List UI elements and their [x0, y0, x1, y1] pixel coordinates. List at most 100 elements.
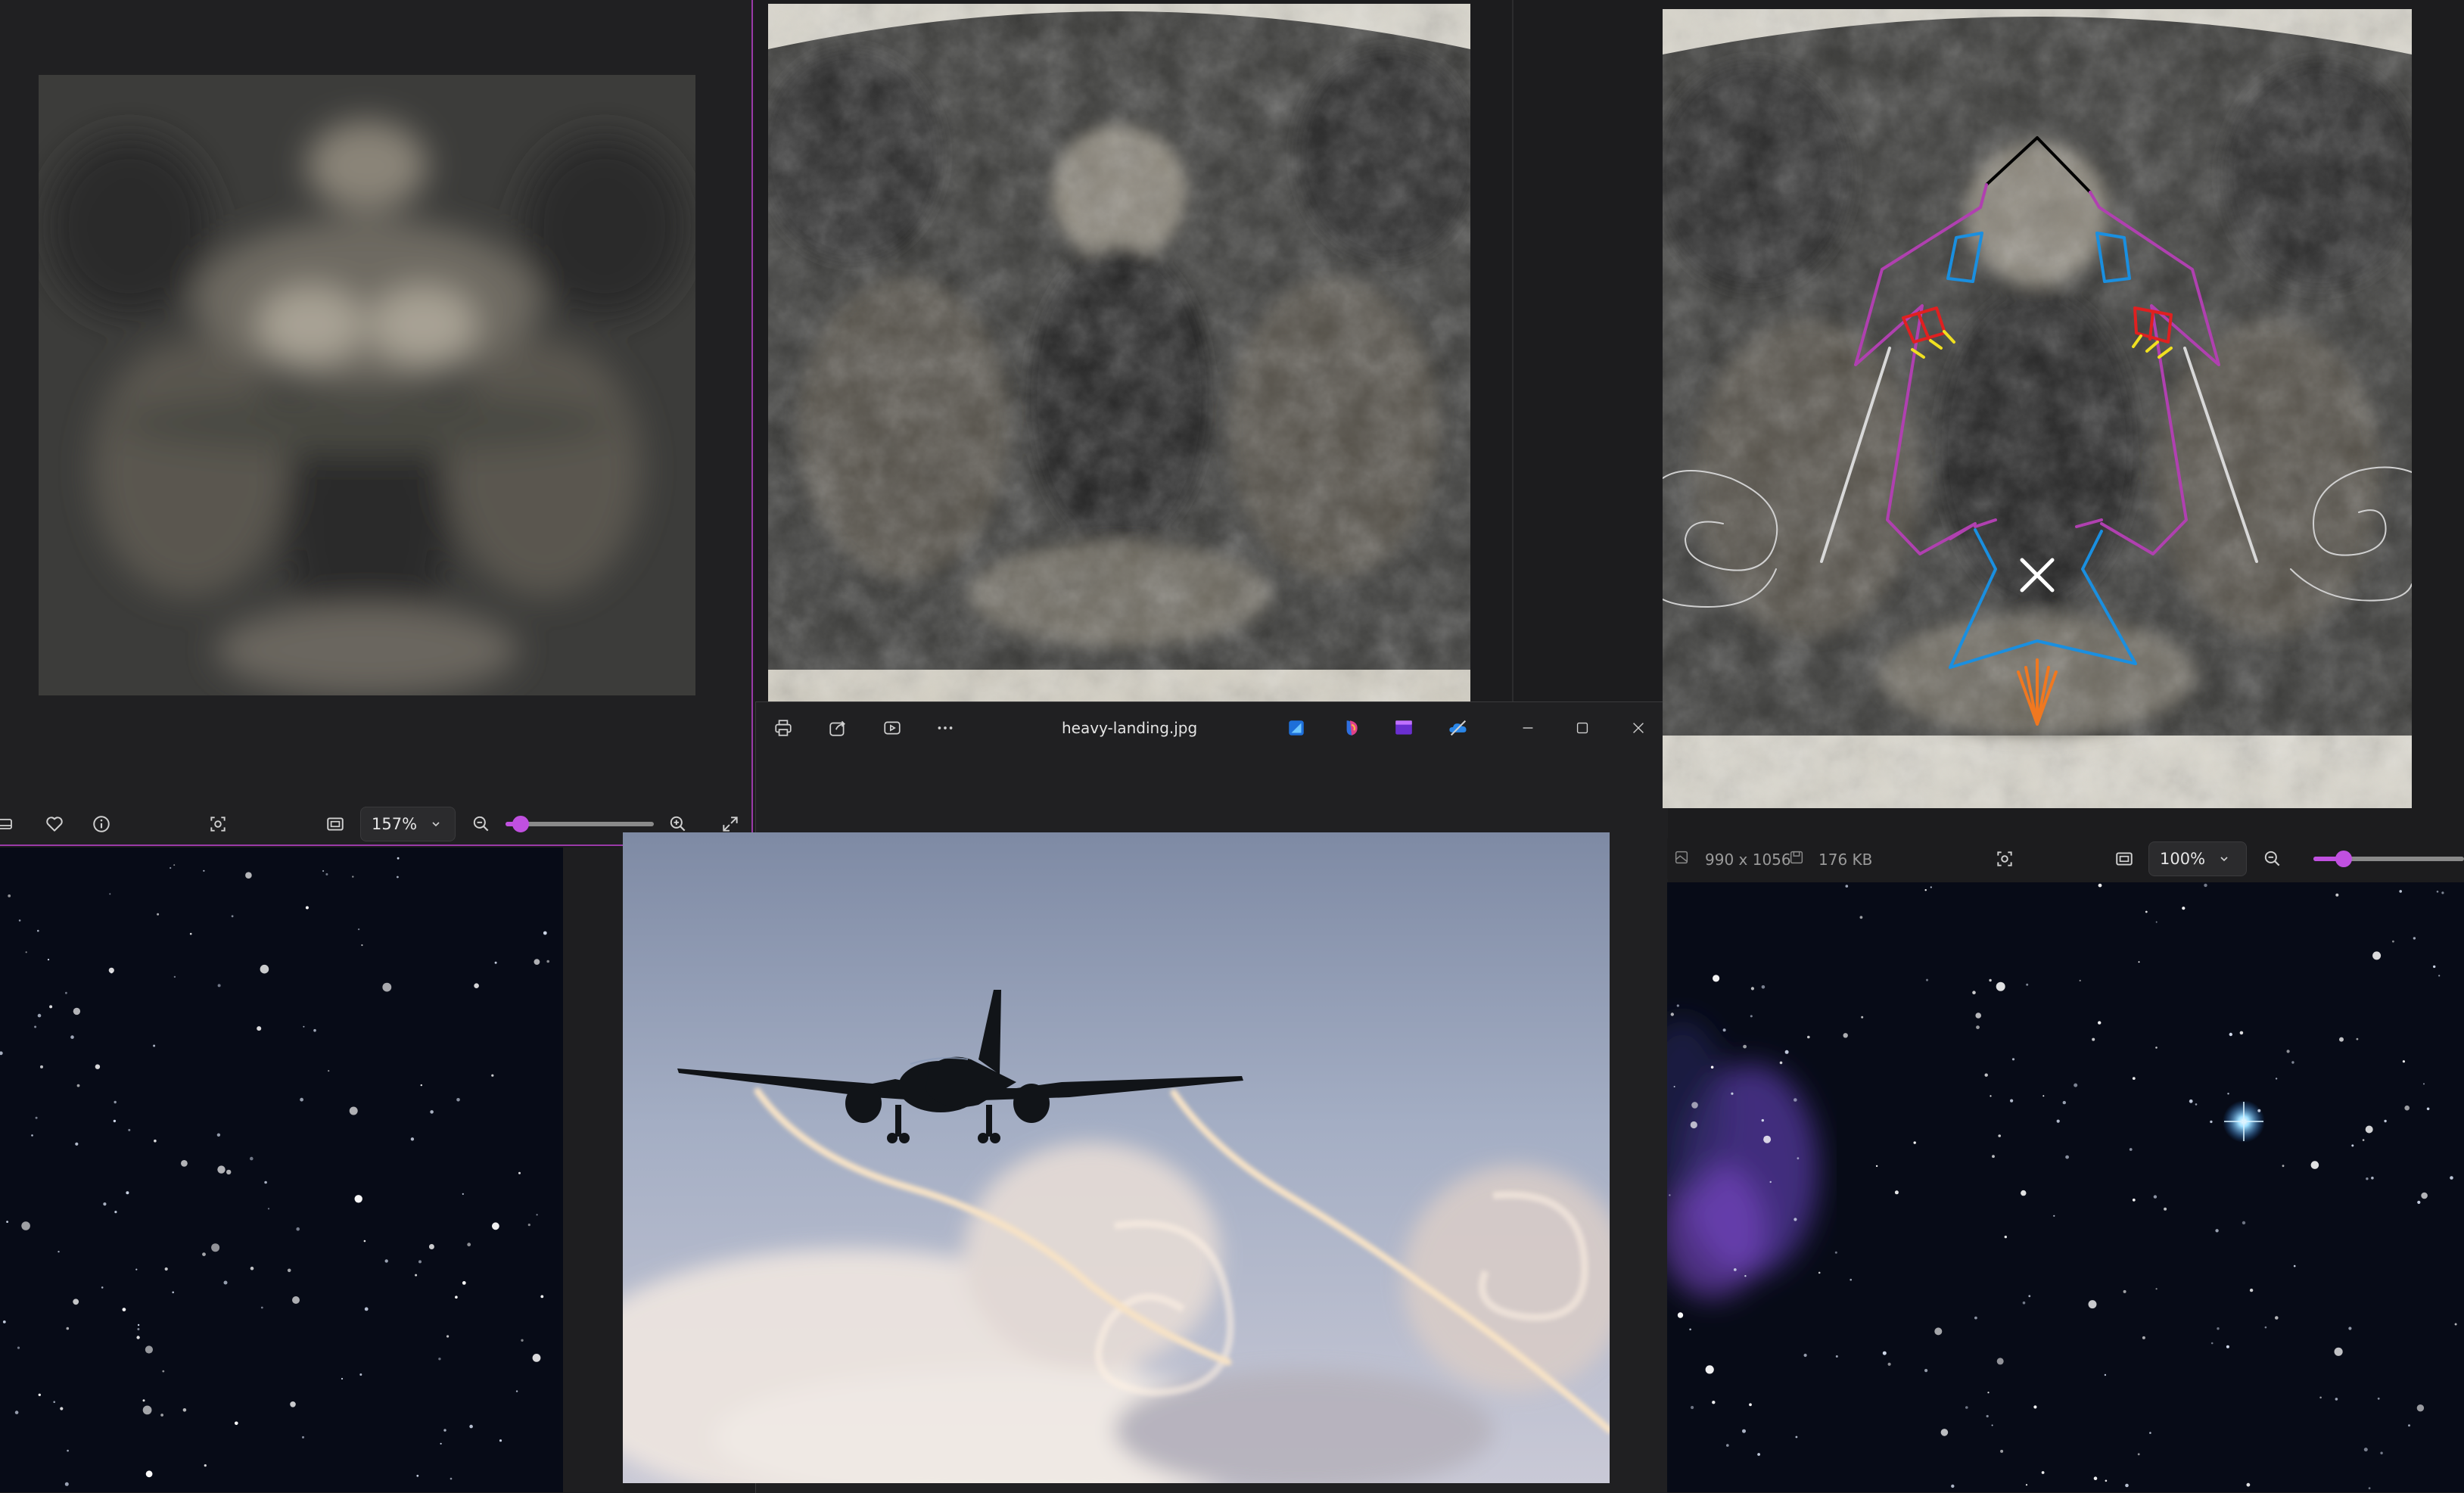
- star: [2062, 1100, 2066, 1105]
- star: [543, 931, 547, 935]
- zoom-out-icon[interactable]: [466, 809, 496, 839]
- star: [1926, 978, 1928, 981]
- zoom-slider[interactable]: [2313, 851, 2464, 867]
- star: [2377, 1397, 2380, 1400]
- star: [126, 1191, 129, 1195]
- zoom-dropdown[interactable]: 100%: [2148, 841, 2247, 876]
- star: [410, 1137, 415, 1141]
- star: [446, 1335, 450, 1338]
- star: [2426, 1107, 2430, 1111]
- star: [527, 1224, 530, 1227]
- close-icon[interactable]: [1623, 713, 1654, 743]
- star: [1951, 1484, 1955, 1488]
- copilot-icon[interactable]: [1336, 713, 1366, 743]
- star: [162, 1370, 165, 1373]
- star: [2164, 1207, 2167, 1211]
- star: [257, 1026, 262, 1031]
- star: [181, 1160, 188, 1167]
- fit-icon[interactable]: [320, 809, 350, 839]
- blurred-rorschach-image: [39, 75, 695, 695]
- star: [2282, 1165, 2285, 1168]
- star: [1996, 1358, 2004, 1365]
- star: [2093, 1476, 2098, 1480]
- fit-icon[interactable]: [2109, 844, 2139, 874]
- star: [397, 857, 400, 860]
- designer-icon[interactable]: [1281, 713, 1311, 743]
- star: [2033, 1405, 2037, 1409]
- star: [170, 866, 172, 869]
- zoom-slider[interactable]: [506, 816, 654, 832]
- star: [142, 1399, 145, 1402]
- star: [2000, 1449, 2004, 1453]
- star: [491, 1074, 494, 1077]
- star: [250, 1266, 254, 1271]
- star: [2104, 1373, 2107, 1376]
- star: [2098, 883, 2102, 888]
- dimensions-icon: [1673, 849, 1690, 866]
- star: [73, 1299, 79, 1305]
- star: [2137, 1453, 2140, 1456]
- star: [2275, 1316, 2279, 1320]
- star: [2356, 1037, 2359, 1040]
- more-icon[interactable]: [930, 713, 960, 743]
- star: [292, 1296, 300, 1304]
- slideshow-icon[interactable]: [877, 713, 907, 743]
- star: [2155, 1288, 2158, 1290]
- star: [2366, 1177, 2369, 1180]
- star: [103, 1202, 107, 1206]
- star: [2441, 891, 2444, 894]
- star: [2028, 1295, 2031, 1298]
- maximize-icon[interactable]: [1567, 713, 1598, 743]
- star: [49, 1005, 53, 1009]
- star: [2417, 1200, 2421, 1204]
- star: [202, 1252, 206, 1256]
- star: [2125, 1483, 2129, 1488]
- star: [2402, 1060, 2405, 1063]
- star: [2010, 1099, 2014, 1103]
- star: [1996, 981, 2005, 991]
- zoom-dropdown[interactable]: 157%: [360, 807, 456, 841]
- star: [2056, 1119, 2060, 1123]
- minimize-icon[interactable]: [1513, 713, 1543, 743]
- star: [2310, 1161, 2319, 1169]
- chevron-down-icon: [2219, 854, 2229, 864]
- star: [1779, 1061, 1783, 1065]
- star: [450, 1477, 453, 1480]
- star: [2246, 1482, 2251, 1487]
- face-scan-icon[interactable]: [1990, 844, 2020, 874]
- zoom-slider-thumb[interactable]: [2335, 851, 2352, 867]
- share-icon[interactable]: [823, 713, 853, 743]
- star: [532, 1354, 541, 1362]
- star: [58, 1250, 60, 1253]
- star: [2454, 1323, 2457, 1326]
- zoom-slider-thumb[interactable]: [512, 816, 529, 832]
- star: [108, 967, 114, 973]
- filmstrip-icon[interactable]: [0, 809, 20, 839]
- star: [122, 1308, 126, 1311]
- star: [1794, 1098, 1797, 1102]
- clipchamp-icon[interactable]: [1389, 713, 1419, 743]
- print-icon[interactable]: [768, 713, 798, 743]
- star: [1673, 1086, 1675, 1087]
- info-icon[interactable]: [86, 809, 117, 839]
- face-scan-icon[interactable]: [203, 809, 233, 839]
- star: [2275, 1078, 2278, 1080]
- star: [546, 960, 549, 963]
- star: [47, 959, 50, 961]
- star: [1797, 1157, 1800, 1160]
- star: [2105, 1479, 2108, 1482]
- star: [1875, 1165, 1878, 1168]
- zoom-out-icon[interactable]: [2257, 844, 2288, 874]
- star: [2264, 1326, 2267, 1329]
- center-title-bar: heavy-landing.jpg: [756, 702, 1668, 755]
- star: [2195, 1103, 2198, 1106]
- star: [354, 1195, 362, 1203]
- star: [1940, 1429, 1949, 1436]
- heart-icon[interactable]: [39, 809, 70, 839]
- star: [173, 864, 176, 866]
- star: [1974, 1316, 1977, 1320]
- star: [2098, 1021, 2102, 1025]
- star: [145, 1470, 153, 1478]
- onedrive-icon[interactable]: [1443, 713, 1473, 743]
- star: [1761, 985, 1766, 989]
